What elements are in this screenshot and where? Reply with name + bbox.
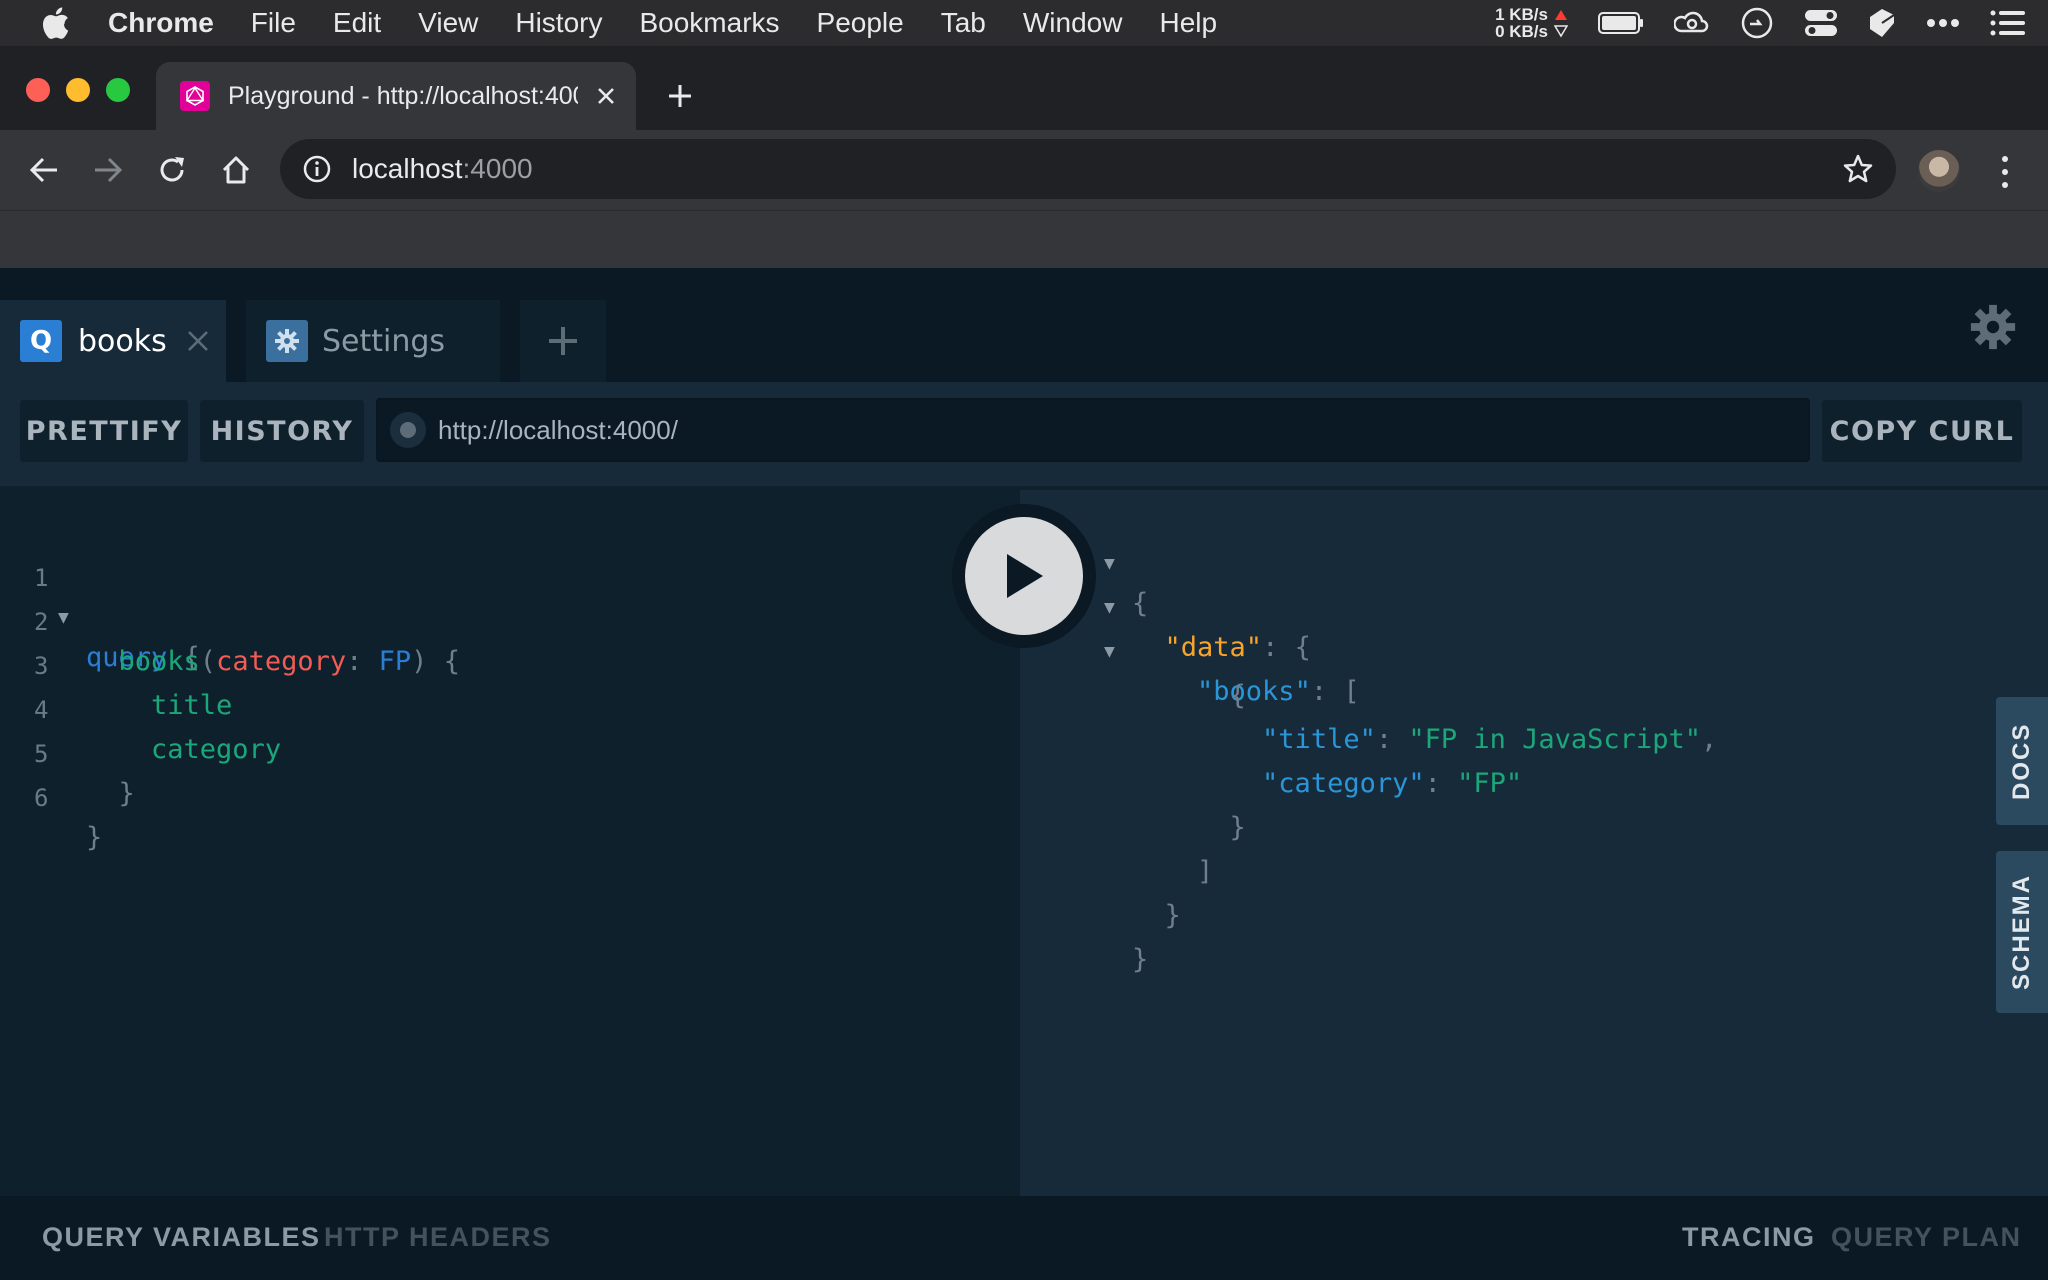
http-headers-tab[interactable]: HTTP HEADERS (324, 1222, 552, 1253)
site-info-icon[interactable] (302, 154, 332, 184)
settings-gear-icon[interactable] (1970, 304, 2016, 350)
result-line: "title": "FP in JavaScript", (1262, 724, 1718, 755)
result-viewer[interactable]: ▼ { ▼ "data": { ▼ "books": [ { "title": … (1020, 490, 2048, 1196)
menu-edit[interactable]: Edit (333, 7, 381, 39)
chrome-window: Playground - http://localhost:4000/ loca… (0, 46, 2048, 268)
browser-tab-title: Playground - http://localhost:4000/ (228, 81, 578, 110)
more-dots-icon[interactable] (1926, 18, 1960, 28)
menu-people[interactable]: People (817, 7, 904, 39)
execute-query-button[interactable] (952, 504, 1096, 648)
address-bar[interactable]: localhost:4000 (280, 139, 1896, 199)
query-editor[interactable]: 1 ▼ query { 2 books(category: FP) { 3 ti… (0, 490, 1020, 1196)
result-line: ] (1197, 856, 1214, 887)
history-button[interactable]: HISTORY (200, 400, 364, 462)
url-host: localhost (352, 153, 463, 184)
line-number: 6 (34, 784, 49, 812)
code-line: 6 } (0, 738, 1000, 853)
menu-tab[interactable]: Tab (941, 7, 986, 39)
url-port: :4000 (462, 153, 533, 184)
result-line: } (1132, 944, 1149, 975)
close-tab-icon[interactable] (187, 330, 209, 352)
code-line: 3 title (0, 606, 1000, 721)
play-icon (1007, 554, 1043, 598)
reload-icon[interactable] (152, 150, 192, 190)
plus-icon (549, 327, 577, 355)
result-line: } (1164, 900, 1181, 931)
code-line: 2 books(category: FP) { (0, 562, 1000, 677)
new-tab-button[interactable] (664, 80, 696, 112)
query-plan-tab[interactable]: QUERY PLAN (1831, 1222, 2022, 1253)
code-line: 4 category (0, 650, 1000, 765)
tab-settings[interactable]: Settings (246, 300, 500, 382)
playground-tab-bar: Q books Settings (0, 268, 2048, 382)
menu-file[interactable]: File (251, 7, 296, 39)
tab-books-query[interactable]: Q books (0, 300, 226, 382)
macos-menu-bar: Chrome File Edit View History Bookmarks … (0, 0, 2048, 46)
menu-history[interactable]: History (515, 7, 602, 39)
menu-view[interactable]: View (418, 7, 478, 39)
playground-toolbar: PRETTIFY HISTORY http://localhost:4000/ … (0, 382, 2048, 486)
menu-help[interactable]: Help (1159, 7, 1217, 39)
connection-status-dot (400, 422, 416, 438)
time-tracker-icon[interactable] (1740, 6, 1774, 40)
tab-settings-label: Settings (322, 323, 446, 359)
tab-strip: Playground - http://localhost:4000/ (0, 46, 2048, 130)
code-line: 1 ▼ query { (0, 518, 1000, 673)
network-monitor[interactable]: 1 KB/s 0 KB/s (1495, 6, 1568, 40)
app-cube-icon[interactable] (1868, 7, 1896, 39)
net-download-speed: 0 KB/s (1495, 22, 1548, 41)
control-toggles-icon[interactable] (1804, 8, 1838, 38)
result-line: ▼ "data": { (1020, 548, 2020, 663)
tracing-tab[interactable]: TRACING (1682, 1222, 1816, 1253)
close-tab-icon[interactable] (594, 84, 618, 108)
endpoint-url-text: http://localhost:4000/ (438, 414, 678, 445)
docs-side-tab[interactable]: DOCS (1996, 697, 2048, 825)
menu-chrome[interactable]: Chrome (108, 7, 214, 39)
forward-arrow-icon[interactable] (88, 150, 128, 190)
profile-avatar[interactable] (1918, 150, 1960, 192)
schema-side-tab[interactable]: SCHEMA (1996, 851, 2048, 1013)
prettify-button[interactable]: PRETTIFY (20, 400, 188, 462)
apple-icon[interactable] (40, 6, 76, 40)
endpoint-url-input[interactable]: http://localhost:4000/ (376, 398, 1810, 462)
browser-tab-playground[interactable]: Playground - http://localhost:4000/ (156, 62, 636, 130)
result-line: ▼ "books": [ (1020, 592, 2020, 707)
result-line: "category": "FP" (1262, 768, 1523, 799)
bookmarks-bar (0, 210, 2048, 268)
result-line: ▼ { (1020, 504, 2020, 619)
graphql-playground: Q books Settings PRETTIFY HISTORY http:/… (0, 268, 2048, 1280)
chrome-menu-icon[interactable] (1990, 152, 2020, 192)
menu-window[interactable]: Window (1023, 7, 1123, 39)
result-line: { (1229, 680, 1246, 711)
playground-footer: QUERY VARIABLES HTTP HEADERS TRACING QUE… (0, 1196, 2048, 1280)
notification-center-icon[interactable] (1990, 10, 2026, 36)
graphql-favicon-icon (180, 81, 210, 111)
bookmark-star-icon[interactable] (1842, 153, 1874, 185)
add-tab-button[interactable] (520, 300, 606, 382)
menu-bar-status-area: 1 KB/s 0 KB/s (1495, 0, 2026, 46)
home-icon[interactable] (216, 150, 256, 190)
creative-cloud-icon[interactable] (1674, 9, 1710, 37)
zoom-window-button[interactable] (106, 78, 130, 102)
tab-books-label: books (78, 323, 167, 359)
query-badge: Q (20, 320, 62, 362)
query-variables-tab[interactable]: QUERY VARIABLES (42, 1222, 321, 1253)
net-upload-speed: 1 KB/s (1495, 5, 1548, 24)
menu-bookmarks[interactable]: Bookmarks (639, 7, 779, 39)
result-line: } (1229, 812, 1246, 843)
copy-curl-button[interactable]: COPY CURL (1822, 400, 2022, 462)
minimize-window-button[interactable] (66, 78, 90, 102)
net-arrows-icon (1554, 10, 1568, 38)
back-arrow-icon[interactable] (24, 150, 64, 190)
close-window-button[interactable] (26, 78, 50, 102)
settings-gear-icon (266, 320, 308, 362)
battery-icon[interactable] (1598, 11, 1644, 35)
code-line: 5 } (0, 694, 1000, 809)
browser-toolbar: localhost:4000 (0, 130, 2048, 210)
